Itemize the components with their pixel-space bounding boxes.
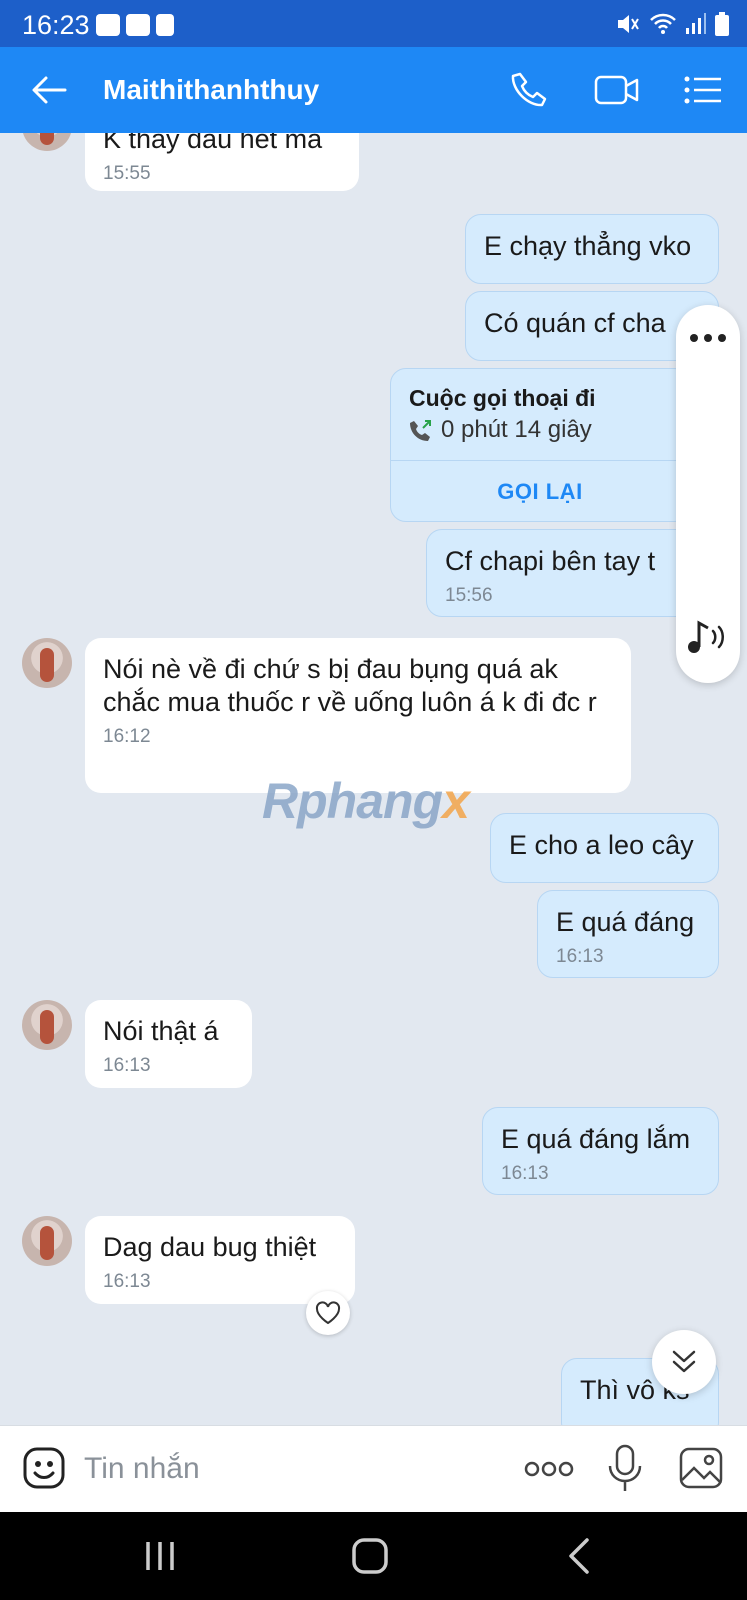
emoji-icon — [23, 1447, 65, 1489]
system-navigation-bar — [0, 1512, 747, 1600]
message-time: 16:13 — [556, 946, 604, 967]
audio-mode-button[interactable] — [686, 617, 730, 657]
gallery-notification-icon — [96, 14, 120, 36]
message-text: Dag dau bug thiệt — [103, 1232, 317, 1262]
arrow-left-icon — [32, 76, 67, 104]
contact-avatar[interactable] — [22, 133, 72, 151]
battery-icon — [715, 12, 729, 36]
microphone-icon — [608, 1444, 642, 1491]
scroll-to-bottom-button[interactable] — [652, 1330, 716, 1394]
call-duration: 0 phút 14 giây — [441, 416, 592, 443]
message-bubble[interactable]: Nói nè về đi chứ s bị đau bụng quá ak ch… — [85, 638, 631, 793]
message-text: K thay dau het ma — [103, 133, 323, 154]
call-title: Cuộc gọi thoại đi — [409, 385, 596, 411]
back-button[interactable] — [24, 65, 74, 115]
message-text: Nói nè về đi chứ s bị đau bụng quá ak ch… — [103, 654, 597, 717]
message-text: E quá đáng — [556, 907, 695, 937]
message-composer: Tin nhắn — [0, 1425, 747, 1513]
message-bubble[interactable]: E quá đáng lắm 16:13 — [482, 1107, 719, 1195]
video-camera-icon — [594, 75, 639, 105]
double-chevron-down-icon — [672, 1350, 696, 1373]
app-notification-icon — [156, 14, 174, 36]
status-time: 16:23 — [22, 10, 90, 40]
recent-apps-icon — [146, 1542, 174, 1570]
message-bubble[interactable]: E quá đáng 16:13 — [537, 890, 719, 978]
voice-message-button[interactable] — [607, 1444, 643, 1494]
call-back-button[interactable]: GỌI LẠI — [391, 475, 689, 508]
watermark-logo: Rphangx — [262, 773, 470, 829]
message-time: 16:13 — [103, 1055, 151, 1076]
contact-avatar[interactable] — [22, 1000, 72, 1050]
message-bubble[interactable]: K thay dau het ma 15:55 — [85, 133, 359, 191]
status-bar: 16:23 — [0, 0, 747, 47]
system-icons — [615, 12, 729, 36]
more-options-button[interactable] — [688, 323, 728, 353]
wifi-icon — [650, 13, 676, 34]
outgoing-call-icon — [410, 420, 431, 441]
message-time: 16:12 — [103, 726, 151, 747]
voice-call-button[interactable] — [505, 65, 555, 115]
image-icon — [679, 1447, 723, 1489]
message-bubble[interactable]: E cho a leo cây — [490, 813, 719, 883]
more-actions-button[interactable] — [524, 1456, 574, 1482]
message-bubble[interactable]: Dag dau bug thiệt 16:13 — [85, 1216, 355, 1304]
sticker-button[interactable] — [22, 1446, 66, 1490]
message-input[interactable]: Tin nhắn — [84, 1452, 200, 1486]
contact-avatar[interactable] — [22, 1216, 72, 1266]
chevron-left-icon — [569, 1538, 589, 1574]
message-text: E quá đáng lắm — [501, 1124, 691, 1154]
signal-icon — [686, 13, 706, 34]
message-time: 16:13 — [103, 1271, 151, 1292]
youtube-notification-icon — [126, 14, 150, 36]
message-time: 16:13 — [501, 1163, 549, 1184]
message-bubble[interactable]: E chạy thẳng vko — [465, 214, 719, 284]
message-text: Nói thật á — [103, 1016, 219, 1046]
mute-icon — [618, 15, 639, 33]
notification-icons — [96, 14, 174, 36]
message-text: E cho a leo cây — [509, 830, 694, 860]
call-duration-row: 0 phút 14 giây — [409, 414, 671, 446]
message-text: Có quán cf cha — [484, 308, 666, 338]
contact-avatar[interactable] — [22, 638, 72, 688]
home-button[interactable] — [350, 1536, 390, 1576]
menu-button[interactable] — [678, 65, 728, 115]
message-text: E chạy thẳng vko — [484, 231, 692, 261]
message-time: 15:55 — [103, 163, 151, 184]
message-time: 15:56 — [445, 585, 493, 606]
more-dots-icon — [690, 334, 726, 342]
contact-name[interactable]: Maithithanhthuy — [103, 74, 319, 106]
image-picker-button[interactable] — [678, 1446, 724, 1490]
heart-icon — [315, 1301, 341, 1325]
call-log-card[interactable]: Cuộc gọi thoại đi 0 phút 14 giây GỌI LẠI — [390, 368, 690, 522]
recent-apps-button[interactable] — [140, 1538, 180, 1574]
message-bubble[interactable]: Cf chapi bên tay t 15:56 — [426, 529, 696, 617]
message-text: Cf chapi bên tay t — [445, 546, 656, 576]
music-note-icon — [688, 620, 724, 653]
call-card-divider — [391, 460, 689, 461]
chat-header: Maithithanhthuy — [0, 47, 747, 133]
floating-side-panel[interactable] — [676, 305, 740, 683]
list-menu-icon — [684, 76, 721, 104]
home-icon — [352, 1538, 388, 1574]
video-call-button[interactable] — [592, 65, 642, 115]
react-heart-button[interactable] — [306, 1291, 350, 1335]
message-bubble[interactable]: Nói thật á 16:13 — [85, 1000, 252, 1088]
nav-back-button[interactable] — [565, 1536, 595, 1576]
more-dots-icon — [524, 1461, 574, 1477]
phone-icon — [511, 72, 547, 107]
